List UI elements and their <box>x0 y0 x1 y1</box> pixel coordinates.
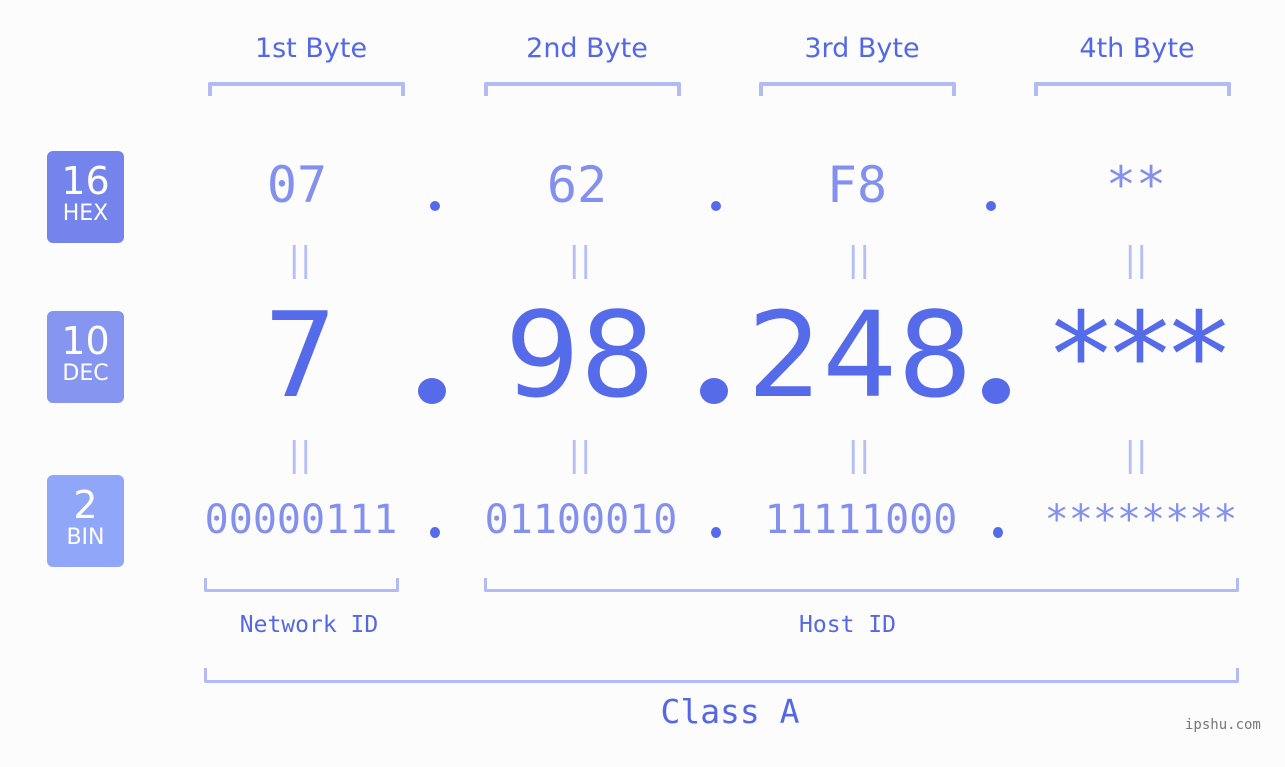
bin-value-4: ******** <box>1044 497 1238 543</box>
class-bracket <box>204 668 1239 683</box>
host-id-bracket <box>484 578 1239 592</box>
byte-header-4: 4th Byte <box>1079 33 1195 64</box>
class-label: Class A <box>660 692 800 731</box>
bin-badge: 2 BIN <box>47 475 124 567</box>
hex-dot-separator <box>430 201 440 211</box>
dec-dot-separator <box>982 378 1010 404</box>
dec-value-2: 98 <box>504 286 656 424</box>
hex-badge: 16 HEX <box>47 151 124 243</box>
dec-badge: 10 DEC <box>47 311 124 403</box>
watermark: ipshu.com <box>1185 717 1261 733</box>
equals-sign: || <box>568 240 592 280</box>
bin-dot-separator <box>993 527 1003 538</box>
hex-dot-separator <box>986 201 996 211</box>
equals-sign: || <box>847 435 871 475</box>
bin-badge-label: BIN <box>66 525 105 550</box>
dec-value-3: 248 <box>747 286 973 424</box>
equals-sign: || <box>1124 435 1148 475</box>
network-id-label: Network ID <box>239 612 379 638</box>
byte-bracket-3 <box>759 82 956 96</box>
hex-badge-label: HEX <box>62 201 109 226</box>
byte-bracket-2 <box>484 82 681 96</box>
dec-value-1: 7 <box>262 286 338 424</box>
dec-dot-separator <box>700 378 728 404</box>
dec-dot-separator <box>418 378 446 404</box>
byte-header-1: 1st Byte <box>254 33 368 64</box>
hex-value-1: 07 <box>266 156 328 214</box>
equals-sign: || <box>288 240 312 280</box>
hex-dot-separator <box>711 201 721 211</box>
byte-bracket-1 <box>208 82 405 96</box>
bin-value-3: 11111000 <box>764 497 958 543</box>
equals-sign: || <box>847 240 871 280</box>
hex-value-2: 62 <box>546 156 608 214</box>
byte-header-2: 2nd Byte <box>526 33 648 64</box>
equals-sign: || <box>1124 240 1148 280</box>
host-id-label: Host ID <box>799 612 896 638</box>
hex-value-3: F8 <box>826 156 888 214</box>
hex-value-4: ** <box>1105 156 1167 214</box>
bin-value-2: 01100010 <box>484 497 678 543</box>
bin-value-1: 00000111 <box>204 497 398 543</box>
equals-sign: || <box>568 435 592 475</box>
dec-badge-number: 10 <box>61 319 110 363</box>
dec-value-4: *** <box>1051 286 1229 424</box>
network-id-bracket <box>204 578 399 592</box>
byte-bracket-4 <box>1034 82 1231 96</box>
bin-badge-number: 2 <box>73 483 98 527</box>
equals-sign: || <box>288 435 312 475</box>
byte-header-3: 3rd Byte <box>804 33 920 64</box>
bin-dot-separator <box>711 527 721 538</box>
bin-dot-separator <box>430 527 440 538</box>
dec-badge-label: DEC <box>62 361 109 386</box>
hex-badge-number: 16 <box>61 159 110 203</box>
